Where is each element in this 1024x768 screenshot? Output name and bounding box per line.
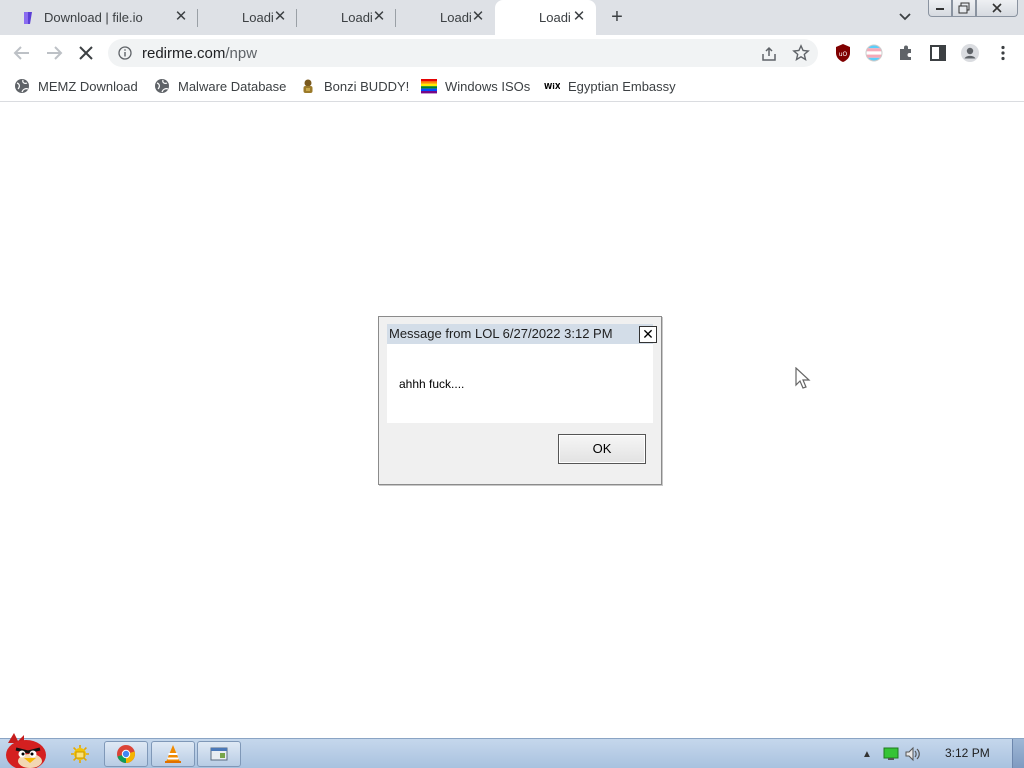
taskbar-window-app[interactable] (197, 741, 241, 767)
blank-favicon (317, 10, 333, 26)
plus-icon[interactable]: + (606, 6, 628, 28)
window-app-icon (210, 747, 228, 761)
svg-text:WiX: WiX (544, 82, 560, 91)
globe-icon (15, 79, 29, 93)
blank-favicon (416, 10, 432, 26)
close-window-button[interactable] (976, 0, 1018, 17)
vlc-icon (165, 745, 181, 763)
chevron-down-icon[interactable] (896, 8, 914, 26)
dialog-title: Message from LOL 6/27/2022 3:12 PM (389, 326, 613, 341)
bookmark-label: Malware Database (178, 78, 287, 94)
svg-text:uO: uO (839, 51, 848, 58)
close-icon[interactable]: ✕ (639, 326, 657, 343)
minimize-button[interactable] (928, 0, 952, 17)
globe-icon (155, 79, 169, 93)
info-icon[interactable] (118, 46, 132, 60)
bookmark-star-icon[interactable] (792, 44, 810, 62)
close-icon[interactable]: ✕ (471, 9, 485, 24)
close-icon[interactable]: ✕ (572, 9, 586, 24)
wix-icon: WiX (544, 82, 560, 91)
screen: Download | file.io ✕ Loadi ✕ Loadi ✕ Loa… (0, 0, 1024, 768)
bookmark-label: Windows ISOs (445, 78, 531, 94)
tab-loading-active[interactable]: Loadi ✕ (495, 0, 596, 35)
chrome-icon (117, 745, 135, 763)
window-controls (928, 0, 1018, 18)
show-desktop-button[interactable] (1012, 739, 1024, 768)
speaker-shape (905, 746, 920, 762)
bookmark-egyptian-embassy[interactable]: WiX Egyptian Embassy (544, 76, 676, 96)
taskbar-explorer[interactable] (58, 741, 102, 767)
blank-favicon (218, 10, 234, 26)
kebab-menu-icon[interactable] (993, 43, 1013, 63)
bookmark-label: MEMZ Download (38, 78, 138, 94)
address-bar[interactable]: redirme.com/npw (108, 39, 818, 67)
alert-dialog: Message from LOL 6/27/2022 3:12 PM ✕ ahh… (378, 316, 662, 485)
tab-file-io[interactable]: Download | file.io ✕ (0, 0, 198, 35)
explorer-folder-icon (71, 745, 89, 763)
bookmark-label: Egyptian Embassy (568, 78, 676, 94)
close-icon (992, 3, 1002, 13)
tab-loading-3[interactable]: Loadi ✕ (396, 0, 495, 35)
restore-icon (958, 2, 970, 14)
ok-button[interactable]: OK (558, 434, 646, 464)
restore-button[interactable] (952, 0, 976, 17)
close-icon[interactable]: ✕ (372, 9, 386, 24)
tab-title: Download | file.io (44, 10, 143, 25)
ublock-origin-icon[interactable]: uO (833, 43, 853, 63)
puzzle-icon[interactable] (896, 43, 916, 63)
stop-loading-icon[interactable] (75, 42, 97, 64)
taskbar-vlc[interactable] (151, 741, 195, 767)
bookmarks-bar: MEMZ Download Malware Database Bonzi BUD… (0, 70, 1024, 102)
show-hidden-icons-icon[interactable]: ▲ (858, 745, 876, 763)
close-icon[interactable]: ✕ (273, 9, 287, 24)
angry-bird-icon[interactable] (0, 731, 52, 768)
close-icon[interactable]: ✕ (174, 9, 188, 24)
dialog-title-bar: Message from LOL 6/27/2022 3:12 PM ✕ (387, 324, 657, 344)
tab-strip: Download | file.io ✕ Loadi ✕ Loadi ✕ Loa… (0, 0, 1024, 35)
back-arrow-icon[interactable] (11, 42, 33, 64)
bookmark-label: Bonzi BUDDY! (324, 78, 410, 94)
tab-title: Loadi (539, 10, 571, 25)
bookmark-windows-isos[interactable]: Windows ISOs (421, 76, 530, 96)
mouse-cursor-icon (795, 367, 811, 389)
bookmark-malware-database[interactable]: Malware Database (154, 76, 286, 96)
browser-toolbar: redirme.com/npw uO (0, 35, 1024, 70)
dialog-body: ahhh fuck.... (387, 344, 653, 423)
network-icon[interactable] (882, 745, 900, 763)
bonzi-icon (303, 79, 313, 93)
side-panel-icon[interactable] (928, 43, 948, 63)
url-text[interactable]: redirme.com/npw (142, 45, 257, 62)
trans-flag-extension-icon[interactable] (864, 43, 884, 63)
file-io-icon (24, 11, 32, 24)
url-path: /npw (225, 45, 258, 62)
bookmark-bonzi-buddy[interactable]: Bonzi BUDDY! (300, 76, 409, 96)
volume-icon[interactable] (904, 745, 922, 763)
tab-loading-1[interactable]: Loadi ✕ (198, 0, 297, 35)
taskbar-chrome[interactable] (104, 741, 148, 767)
taskbar-clock[interactable]: 3:12 PM (945, 746, 990, 760)
profile-icon[interactable] (960, 43, 980, 63)
taskbar: ▲ 3:12 PM (0, 733, 1024, 768)
dialog-message: ahhh fuck.... (399, 377, 465, 391)
network-monitor-shape (883, 747, 899, 760)
url-host: redirme.com (142, 45, 226, 62)
bookmark-memz-download[interactable]: MEMZ Download (14, 76, 138, 96)
tab-loading-2[interactable]: Loadi ✕ (297, 0, 396, 35)
forward-arrow-icon[interactable] (43, 42, 65, 64)
share-icon[interactable] (760, 45, 778, 63)
rainbow-flag-icon (421, 79, 437, 94)
minimize-icon (936, 8, 944, 10)
blank-favicon (515, 10, 531, 26)
